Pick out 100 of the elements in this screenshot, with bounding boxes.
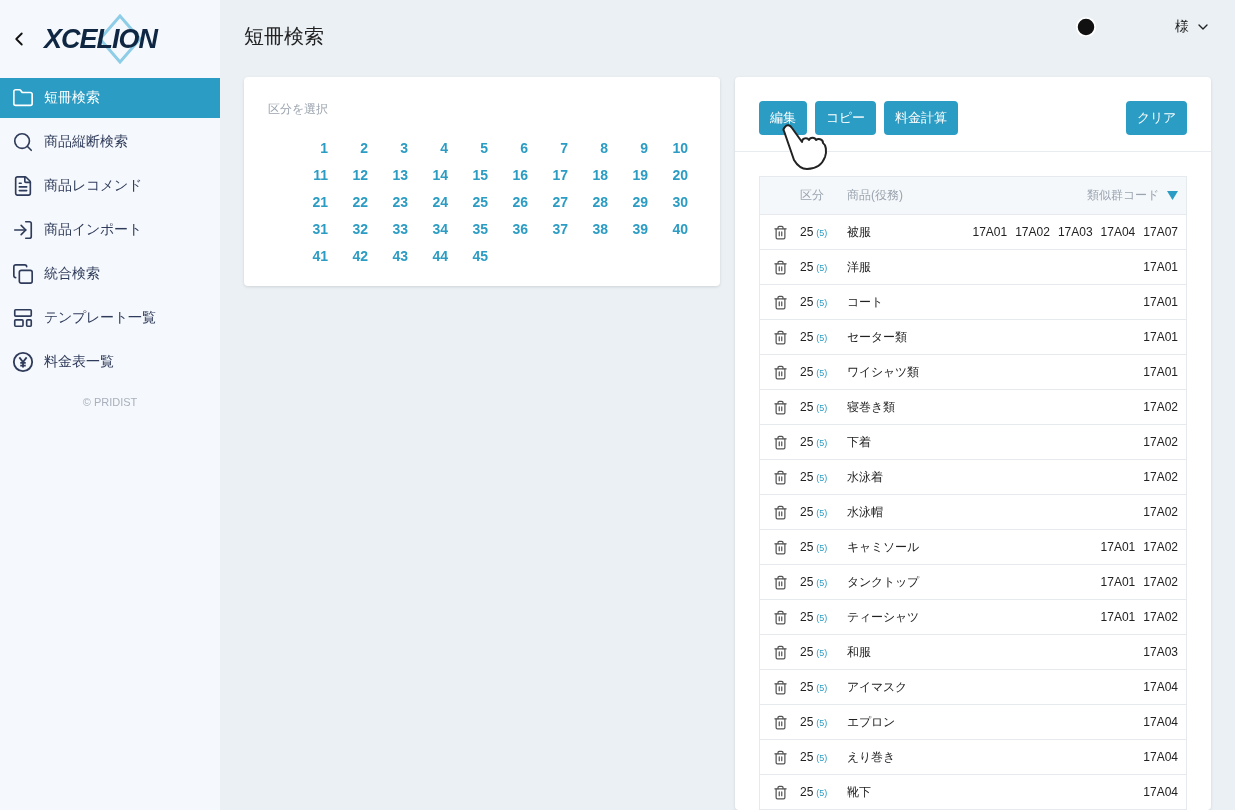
toolbar-button[interactable]: コピー bbox=[815, 101, 876, 135]
class-number[interactable]: 17 bbox=[528, 167, 568, 183]
item-cell: コート bbox=[847, 294, 883, 309]
sort-icon[interactable] bbox=[1167, 190, 1178, 200]
class-number[interactable]: 6 bbox=[488, 140, 528, 156]
class-number[interactable]: 19 bbox=[608, 167, 648, 183]
class-number[interactable]: 21 bbox=[288, 194, 328, 210]
trash-icon[interactable] bbox=[772, 714, 788, 730]
class-number[interactable]: 3 bbox=[368, 140, 408, 156]
class-number[interactable]: 15 bbox=[448, 167, 488, 183]
toolbar-button[interactable]: 編集 bbox=[759, 101, 807, 135]
sidebar-item[interactable]: テンプレート一覧 bbox=[0, 298, 220, 338]
user-menu[interactable]: 様 bbox=[1175, 18, 1211, 36]
class-number[interactable]: 44 bbox=[408, 248, 448, 264]
class-number[interactable]: 9 bbox=[608, 140, 648, 156]
class-number[interactable]: 25 bbox=[448, 194, 488, 210]
class-number[interactable]: 8 bbox=[568, 140, 608, 156]
code-cell: 17A04 bbox=[1143, 715, 1178, 729]
class-cell-text: 25 (5) bbox=[800, 400, 829, 414]
class-number[interactable]: 34 bbox=[408, 221, 448, 237]
class-number[interactable]: 27 bbox=[528, 194, 568, 210]
class-number[interactable]: 31 bbox=[288, 221, 328, 237]
item-cell: 水泳着 bbox=[847, 469, 883, 484]
clear-button[interactable]: クリア bbox=[1126, 101, 1187, 135]
class-number[interactable]: 24 bbox=[408, 194, 448, 210]
code-cell: 17A02 bbox=[1015, 225, 1050, 239]
class-number[interactable]: 39 bbox=[608, 221, 648, 237]
item-cell: 和服 bbox=[847, 644, 871, 659]
class-cell-text: 25 (5) bbox=[800, 610, 829, 624]
import-icon bbox=[12, 219, 34, 241]
class-number[interactable]: 32 bbox=[328, 221, 368, 237]
sidebar-item[interactable]: 商品縦断検索 bbox=[0, 122, 220, 162]
class-number[interactable]: 42 bbox=[328, 248, 368, 264]
copyright: © PRIDIST bbox=[81, 396, 139, 408]
column-header: 区分 bbox=[800, 187, 825, 204]
class-number[interactable]: 37 bbox=[528, 221, 568, 237]
trash-icon[interactable] bbox=[772, 539, 788, 555]
class-cell-text: 25 (5) bbox=[800, 470, 829, 484]
class-number[interactable]: 11 bbox=[288, 167, 328, 183]
item-cell: エプロン bbox=[847, 714, 895, 729]
class-number[interactable]: 14 bbox=[408, 167, 448, 183]
class-number[interactable]: 38 bbox=[568, 221, 608, 237]
class-cell-text: 25 (5) bbox=[800, 750, 829, 764]
trash-icon[interactable] bbox=[772, 469, 788, 485]
trash-icon[interactable] bbox=[772, 609, 788, 625]
class-number[interactable]: 7 bbox=[528, 140, 568, 156]
toolbar-button[interactable]: 料金計算 bbox=[884, 101, 958, 135]
trash-icon[interactable] bbox=[772, 364, 788, 380]
class-number[interactable]: 10 bbox=[648, 140, 688, 156]
class-number[interactable]: 36 bbox=[488, 221, 528, 237]
class-number[interactable]: 29 bbox=[608, 194, 648, 210]
template-icon bbox=[12, 307, 34, 329]
user-icon[interactable] bbox=[1075, 16, 1097, 38]
class-number[interactable]: 12 bbox=[328, 167, 368, 183]
sidebar-item[interactable]: 統合検索 bbox=[0, 254, 220, 294]
class-number[interactable]: 35 bbox=[448, 221, 488, 237]
trash-icon[interactable] bbox=[772, 224, 788, 240]
trash-icon[interactable] bbox=[772, 434, 788, 450]
code-cell: 17A04 bbox=[1143, 750, 1178, 764]
class-number[interactable]: 22 bbox=[328, 194, 368, 210]
trash-icon[interactable] bbox=[772, 574, 788, 590]
code-cell: 17A02 bbox=[1143, 540, 1178, 554]
trash-icon[interactable] bbox=[772, 679, 788, 695]
trash-icon[interactable] bbox=[772, 329, 788, 345]
trash-icon[interactable] bbox=[772, 749, 788, 765]
class-cell-text: 25 (5) bbox=[800, 680, 829, 694]
class-cell-text: 25 (5) bbox=[800, 435, 829, 449]
class-number[interactable]: 41 bbox=[288, 248, 328, 264]
code-cell: 17A01 bbox=[1143, 365, 1178, 379]
sidebar-item[interactable]: 商品レコメンド bbox=[0, 166, 220, 206]
class-number[interactable]: 45 bbox=[448, 248, 488, 264]
class-number[interactable]: 40 bbox=[648, 221, 688, 237]
class-number[interactable]: 43 bbox=[368, 248, 408, 264]
code-cell: 17A07 bbox=[1143, 225, 1178, 239]
class-number[interactable]: 4 bbox=[408, 140, 448, 156]
column-header[interactable]: 類似群コード bbox=[1087, 187, 1159, 204]
sidebar-item[interactable]: 商品インポート bbox=[0, 210, 220, 250]
code-cell: 17A02 bbox=[1143, 575, 1178, 589]
item-cell: キャミソール bbox=[847, 539, 919, 554]
class-number[interactable]: 20 bbox=[648, 167, 688, 183]
trash-icon[interactable] bbox=[772, 294, 788, 310]
trash-icon[interactable] bbox=[772, 504, 788, 520]
trash-icon[interactable] bbox=[772, 784, 788, 800]
trash-icon[interactable] bbox=[772, 399, 788, 415]
class-number[interactable]: 1 bbox=[288, 140, 328, 156]
class-number[interactable]: 18 bbox=[568, 167, 608, 183]
class-number[interactable]: 5 bbox=[448, 140, 488, 156]
class-number[interactable]: 16 bbox=[488, 167, 528, 183]
sidebar-item[interactable]: 短冊検索 bbox=[0, 78, 220, 118]
class-number[interactable]: 26 bbox=[488, 194, 528, 210]
trash-icon[interactable] bbox=[772, 644, 788, 660]
class-number[interactable]: 13 bbox=[368, 167, 408, 183]
class-number[interactable]: 30 bbox=[648, 194, 688, 210]
class-number[interactable]: 28 bbox=[568, 194, 608, 210]
class-number[interactable]: 33 bbox=[368, 221, 408, 237]
sidebar-item[interactable]: 料金表一覧 bbox=[0, 342, 220, 382]
class-number[interactable]: 2 bbox=[328, 140, 368, 156]
trash-icon[interactable] bbox=[772, 259, 788, 275]
code-cell: 17A02 bbox=[1143, 435, 1178, 449]
class-number[interactable]: 23 bbox=[368, 194, 408, 210]
